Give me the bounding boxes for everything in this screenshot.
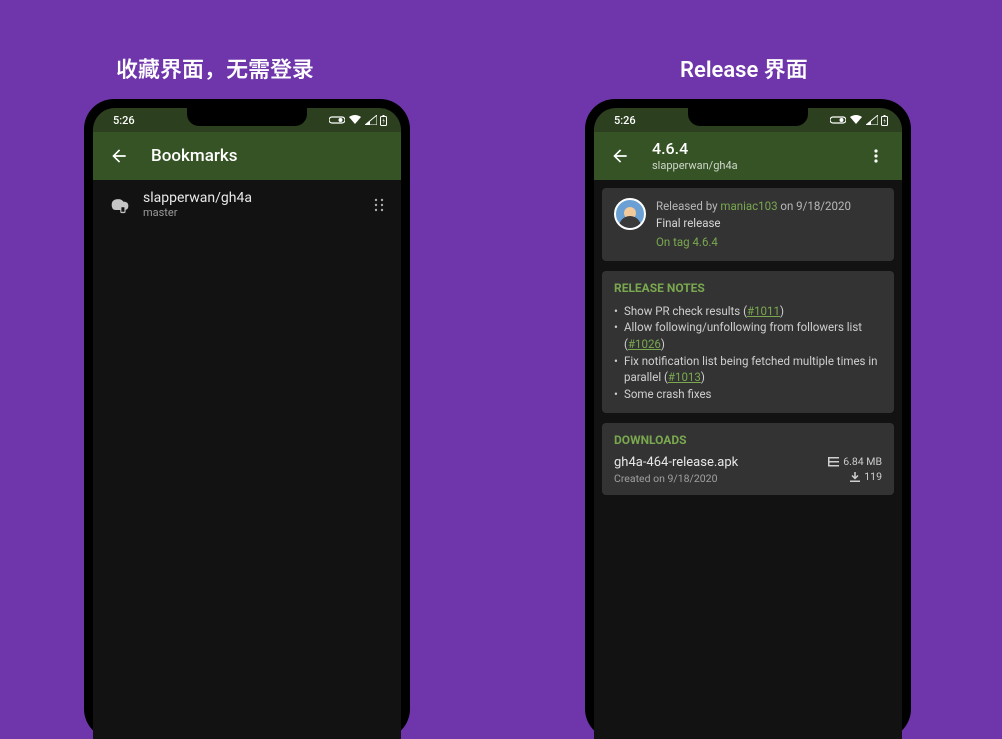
issue-link[interactable]: #1013 [668,370,701,384]
release-tag-link[interactable]: On tag 4.6.4 [656,234,851,251]
drag-icon [373,198,385,212]
release-notes-card: RELEASE NOTES •Show PR check results (#1… [602,271,894,413]
signal-icon [365,115,377,125]
downloads-card: DOWNLOADS gh4a-464-release.apk Created o… [602,423,894,495]
download-item[interactable]: gh4a-464-release.apk Created on 9/18/202… [614,455,882,485]
phone-release: 5:26 4.6.4 slapperwan/gh4a [585,99,911,739]
arrow-back-icon [610,146,630,166]
app-bar: Bookmarks [93,132,401,180]
status-time: 5:26 [614,114,636,127]
release-final-label: Final release [656,215,851,232]
released-by-line: Released by maniac103 on 9/18/2020 [656,198,851,215]
download-icon [850,472,860,482]
repo-icon [105,196,135,214]
issue-link[interactable]: #1011 [747,304,780,318]
release-notes-title: RELEASE NOTES [614,281,882,295]
download-count: 119 [828,470,882,485]
release-version: 4.6.4 [652,140,860,158]
author-link[interactable]: maniac103 [720,199,777,213]
download-filename: gh4a-464-release.apk [614,455,828,470]
phone-bookmarks: 5:26 Bookmarks slapperwan/gh4a master [84,99,410,739]
status-bar: 5:26 [594,108,902,132]
wifi-icon [849,115,863,125]
release-note-item: •Fix notification list being fetched mul… [614,353,882,386]
status-time: 5:26 [113,114,135,127]
vpn-icon [830,115,846,125]
more-vert-icon [868,148,884,164]
release-note-item: •Some crash fixes [614,386,882,403]
vpn-icon [329,115,345,125]
battery-icon [881,115,888,126]
size-icon [828,457,839,467]
download-created: Created on 9/18/2020 [614,472,828,485]
caption-bookmarks: 收藏界面，无需登录 [116,52,314,84]
battery-icon [380,115,387,126]
bookmark-name: slapperwan/gh4a [143,190,369,206]
signal-icon [866,115,878,125]
arrow-back-icon [109,146,129,166]
back-button[interactable] [103,140,135,172]
page-title: Bookmarks [151,146,238,166]
overflow-menu-button[interactable] [860,140,892,172]
release-header-card: Released by maniac103 on 9/18/2020 Final… [602,188,894,261]
release-note-item: •Allow following/unfollowing from follow… [614,319,882,352]
app-bar: 4.6.4 slapperwan/gh4a [594,132,902,180]
bookmark-item[interactable]: slapperwan/gh4a master [93,180,401,229]
drag-handle[interactable] [369,198,389,212]
release-repo: slapperwan/gh4a [652,160,860,172]
downloads-title: DOWNLOADS [614,433,882,447]
status-icons [329,115,387,126]
author-avatar[interactable] [614,198,646,230]
release-note-item: •Show PR check results (#1011) [614,303,882,320]
download-size: 6.84 MB [828,455,882,470]
issue-link[interactable]: #1026 [628,337,661,351]
wifi-icon [348,115,362,125]
status-icons [830,115,888,126]
bookmark-branch: master [143,206,369,219]
caption-release: Release 界面 [680,52,808,84]
back-button[interactable] [604,140,636,172]
status-bar: 5:26 [93,108,401,132]
